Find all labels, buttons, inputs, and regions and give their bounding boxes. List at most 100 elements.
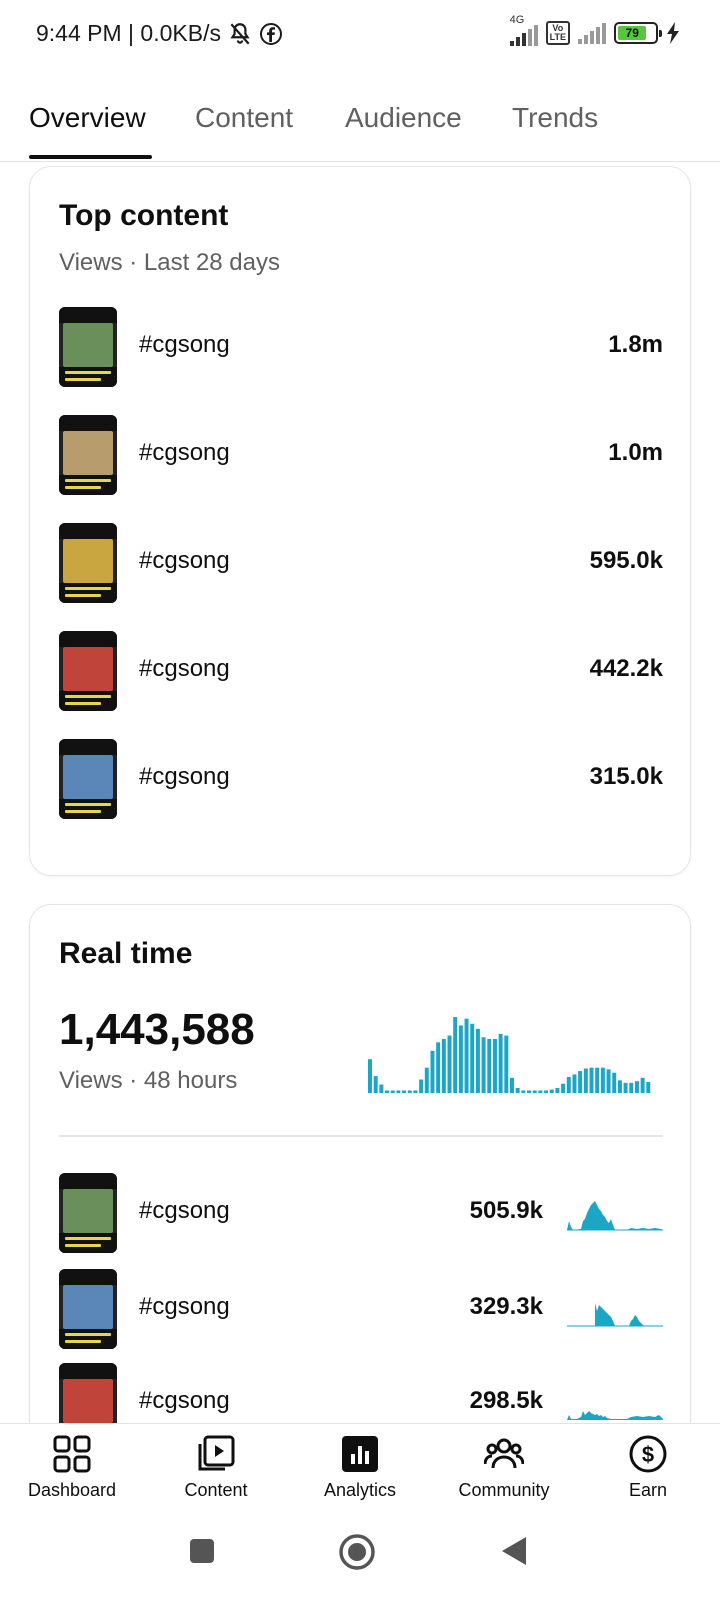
chart-bar	[453, 1017, 458, 1093]
chart-bar	[634, 1081, 639, 1093]
battery-level: 79	[618, 26, 647, 40]
top-content-card: Top content Views · Last 28 days #cgsong…	[29, 166, 691, 876]
chart-bar	[407, 1090, 412, 1093]
chart-bar	[419, 1079, 424, 1093]
active-tab-indicator	[29, 155, 152, 159]
chart-bar	[629, 1082, 634, 1093]
chart-bar	[436, 1042, 441, 1093]
mini-chart	[567, 1411, 663, 1420]
video-thumbnail	[59, 523, 117, 603]
chart-bar	[492, 1038, 497, 1093]
tab-overview[interactable]: Overview	[29, 102, 146, 134]
home-icon[interactable]	[338, 1533, 376, 1571]
chart-bar	[578, 1071, 583, 1093]
top-content-subtitle: Views · Last 28 days	[59, 249, 281, 276]
nav-label: Earn	[628, 1480, 668, 1500]
nav-label: Dashboard	[27, 1480, 117, 1500]
video-views: 595.0k	[589, 547, 663, 574]
nav-label: Content	[184, 1480, 248, 1500]
analytics-tabs: Overview Content Audience Trends	[0, 90, 720, 162]
top-content-row[interactable]: #cgsong 1.8m	[59, 307, 663, 387]
chart-bar	[606, 1069, 611, 1093]
top-content-row[interactable]: #cgsong 595.0k	[59, 523, 663, 603]
chart-bar	[424, 1067, 429, 1093]
video-title: #cgsong	[139, 1197, 230, 1224]
chart-bar	[447, 1035, 452, 1093]
video-title: #cgsong	[139, 1387, 230, 1414]
nav-dashboard[interactable]: Dashboard	[0, 1430, 144, 1501]
video-views: 505.9k	[469, 1197, 543, 1224]
top-content-row[interactable]: #cgsong 1.0m	[59, 415, 663, 495]
video-title: #cgsong	[139, 655, 230, 682]
video-title: #cgsong	[139, 547, 230, 574]
chart-bar	[402, 1090, 407, 1093]
video-thumbnail	[59, 1269, 117, 1349]
chart-bar	[504, 1035, 509, 1093]
video-views: 329.3k	[469, 1293, 543, 1320]
video-title: #cgsong	[139, 1293, 230, 1320]
status-bar: 9:44 PM | 0.0KB/s 4G Vo LTE 79	[0, 0, 720, 70]
nav-analytics[interactable]: Analytics	[288, 1430, 432, 1501]
charging-icon	[667, 22, 679, 44]
bottom-navigation: Dashboard Content Analytics Community $ …	[0, 1423, 720, 1513]
status-time: 9:44 PM | 0.0KB/s	[36, 20, 221, 46]
chart-bar	[498, 1033, 503, 1093]
real-time-row[interactable]: #cgsong 329.3k	[59, 1269, 663, 1349]
analytics-icon	[342, 1436, 378, 1472]
chart-bar	[396, 1090, 401, 1093]
signal-bars-icon	[509, 24, 538, 46]
chart-bar	[589, 1067, 594, 1093]
top-content-row[interactable]: #cgsong 442.2k	[59, 631, 663, 711]
tab-trends[interactable]: Trends	[512, 102, 598, 134]
real-time-chart	[368, 1017, 651, 1093]
chart-bar	[572, 1074, 577, 1093]
video-title: #cgsong	[139, 331, 230, 358]
battery-icon: 79	[614, 22, 662, 44]
tab-content[interactable]: Content	[195, 102, 293, 134]
nav-label: Community	[458, 1480, 550, 1500]
chart-bar	[515, 1087, 520, 1093]
top-content-title: Top content	[59, 199, 229, 232]
video-title: #cgsong	[139, 763, 230, 790]
video-thumbnail	[59, 415, 117, 495]
chart-bar	[544, 1090, 549, 1093]
signal-4g: 4G	[509, 14, 538, 46]
chart-bar	[390, 1090, 395, 1093]
nav-community[interactable]: Community	[432, 1430, 576, 1501]
mini-chart	[567, 1303, 663, 1327]
content-icon	[198, 1435, 235, 1471]
chart-bar	[458, 1025, 463, 1093]
volte-icon: Vo LTE	[545, 21, 570, 45]
video-views: 1.8m	[608, 331, 663, 358]
chart-bar	[623, 1082, 628, 1093]
chart-bar	[527, 1090, 532, 1093]
nav-earn[interactable]: $ Earn	[576, 1430, 720, 1501]
back-icon[interactable]	[500, 1535, 528, 1567]
chart-bar	[464, 1018, 469, 1093]
bell-off-icon	[230, 22, 250, 44]
recent-apps-icon[interactable]	[188, 1537, 216, 1565]
top-content-row[interactable]: #cgsong 315.0k	[59, 739, 663, 819]
chart-bar	[413, 1090, 418, 1093]
chart-bar	[612, 1072, 617, 1093]
chart-bar	[646, 1082, 651, 1093]
real-time-total: 1,443,588	[59, 1005, 255, 1054]
video-thumbnail	[59, 307, 117, 387]
real-time-subtitle: Views · 48 hours	[59, 1067, 238, 1094]
real-time-row[interactable]: #cgsong 505.9k	[59, 1173, 663, 1253]
mini-chart	[567, 1201, 663, 1231]
chart-bar	[379, 1084, 384, 1093]
chart-bar	[368, 1059, 372, 1093]
video-views: 1.0m	[608, 439, 663, 466]
nav-content[interactable]: Content	[144, 1430, 288, 1501]
video-thumbnail	[59, 631, 117, 711]
chart-bar	[441, 1038, 446, 1093]
real-time-title: Real time	[59, 937, 193, 970]
tab-audience[interactable]: Audience	[345, 102, 462, 134]
chart-bar	[532, 1090, 537, 1093]
chart-bar	[555, 1087, 560, 1093]
chart-bar	[640, 1077, 645, 1093]
chart-bar	[475, 1028, 480, 1093]
status-right: 4G Vo LTE 79	[509, 14, 680, 46]
chart-bar	[481, 1037, 486, 1093]
